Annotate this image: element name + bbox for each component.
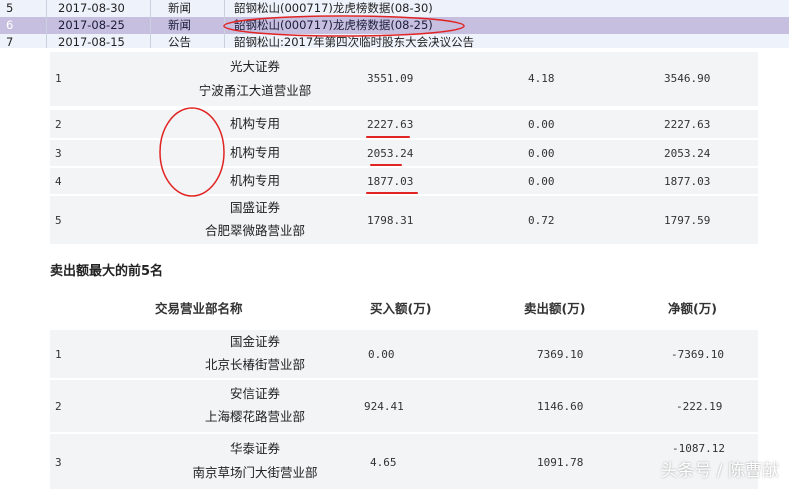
buy-amount: 1877.03 bbox=[367, 175, 414, 188]
net-amount: -1087.12 bbox=[672, 442, 725, 455]
annotation-underline bbox=[366, 136, 410, 138]
rank: 2 bbox=[55, 118, 62, 131]
rank: 1 bbox=[55, 72, 62, 85]
broker-name: 光大证券 bbox=[229, 59, 280, 74]
rank: 4 bbox=[55, 175, 62, 188]
net-amount: 1797.59 bbox=[664, 214, 711, 227]
section-title: 卖出额最大的前5名 bbox=[50, 264, 164, 279]
table-row: 1 国金证券 北京长椿街营业部 0.00 7369.10 -7369.10 bbox=[50, 330, 758, 380]
rank: 3 bbox=[55, 147, 62, 160]
sell-amount: 7369.10 bbox=[537, 348, 584, 361]
news-index: 5 bbox=[6, 1, 14, 15]
net-amount: 1877.03 bbox=[664, 175, 711, 188]
lhb-panel: 1 光大证券 宁波甬江大道营业部 3551.09 4.18 3546.90 2 … bbox=[0, 48, 789, 491]
broker-branch: 北京长椿街营业部 bbox=[204, 357, 305, 372]
broker-name: 华泰证券 bbox=[229, 441, 280, 456]
news-date: 2017-08-15 bbox=[58, 35, 125, 49]
broker-name: 国盛证券 bbox=[229, 200, 280, 215]
table-row: 1 光大证券 宁波甬江大道营业部 3551.09 4.18 3546.90 bbox=[50, 52, 758, 108]
sell-amount: 1146.60 bbox=[537, 400, 584, 413]
table-header: 交易营业部名称 买入额(万) 卖出额(万) 净额(万) bbox=[50, 284, 758, 328]
broker-branch: 宁波甬江大道营业部 bbox=[198, 83, 312, 98]
sell-amount: 4.18 bbox=[528, 72, 555, 85]
news-type: 新闻 bbox=[168, 1, 191, 15]
buy-amount: 0.00 bbox=[368, 348, 395, 361]
sell-amount: 0.00 bbox=[528, 175, 555, 188]
annotation-underline bbox=[366, 192, 418, 194]
net-amount: -222.19 bbox=[676, 400, 723, 413]
net-amount: 2227.63 bbox=[664, 118, 711, 131]
table-row: 5 国盛证券 合肥翠微路营业部 1798.31 0.72 1797.59 bbox=[50, 196, 758, 246]
news-type: 新闻 bbox=[168, 18, 191, 32]
net-amount: -7369.10 bbox=[671, 348, 724, 361]
broker-name: 安信证券 bbox=[229, 386, 280, 401]
grid-divider bbox=[150, 0, 151, 48]
net-amount: 2053.24 bbox=[664, 147, 711, 160]
broker-name: 国金证券 bbox=[229, 334, 280, 349]
sell-amount: 0.00 bbox=[528, 118, 555, 131]
news-index: 6 bbox=[6, 18, 14, 32]
grid-divider bbox=[46, 0, 47, 48]
sell-amount: 1091.78 bbox=[537, 456, 584, 469]
broker-branch: 上海樱花路营业部 bbox=[204, 409, 305, 424]
header-net: 净额(万) bbox=[668, 301, 717, 316]
buy-amount: 4.65 bbox=[370, 456, 397, 469]
net-amount: 3546.90 bbox=[664, 72, 711, 85]
news-date: 2017-08-25 bbox=[58, 18, 125, 32]
annotation-underline bbox=[370, 164, 402, 166]
buy-amount: 2227.63 bbox=[367, 118, 414, 131]
news-date: 2017-08-30 bbox=[58, 1, 125, 15]
annotation-ellipse bbox=[223, 15, 465, 37]
rank: 5 bbox=[55, 214, 62, 227]
buy-amount: 1798.31 bbox=[367, 214, 414, 227]
annotation-circle bbox=[159, 107, 225, 197]
news-index: 7 bbox=[6, 35, 14, 49]
rank: 1 bbox=[55, 348, 62, 361]
table-row: 2 安信证券 上海樱花路营业部 924.41 1146.60 -222.19 bbox=[50, 380, 758, 434]
broker-branch: 合肥翠微路营业部 bbox=[204, 223, 305, 238]
header-sell: 卖出额(万) bbox=[524, 301, 586, 316]
buy-amount: 924.41 bbox=[364, 400, 404, 413]
buy-amount: 3551.09 bbox=[367, 72, 414, 85]
news-list: 5 2017-08-30 新闻 韶钢松山(000717)龙虎榜数据(08-30)… bbox=[0, 0, 789, 49]
header-name: 交易营业部名称 bbox=[155, 301, 243, 316]
sell-amount: 0.00 bbox=[528, 147, 555, 160]
news-type: 公告 bbox=[168, 35, 191, 49]
broker-branch: 南京草场门大街营业部 bbox=[192, 465, 318, 480]
table-row: 3 华泰证券 南京草场门大街营业部 4.65 1091.78 -1087.12 bbox=[50, 434, 758, 491]
sell-amount: 0.72 bbox=[528, 214, 555, 227]
rank: 2 bbox=[55, 400, 62, 413]
watermark: 头条号 / 陈曹献 bbox=[660, 461, 779, 481]
header-buy: 买入额(万) bbox=[370, 301, 432, 316]
buy-amount: 2053.24 bbox=[367, 147, 414, 160]
rank: 3 bbox=[55, 456, 62, 469]
